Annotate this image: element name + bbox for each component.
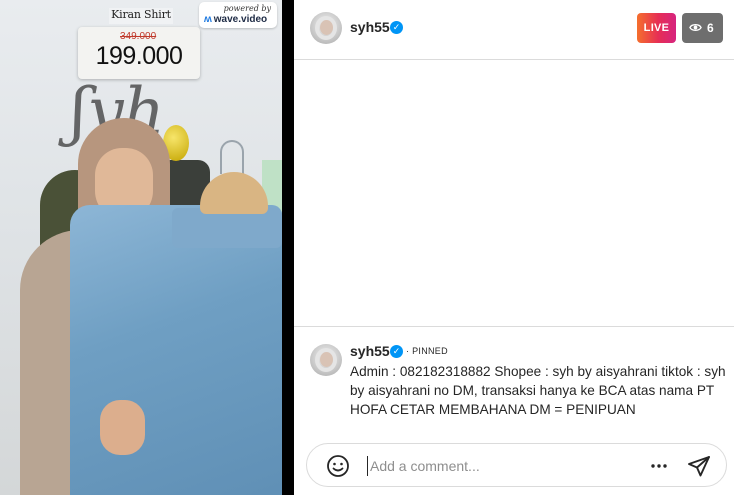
comment-bar	[306, 443, 727, 487]
viewer-count: 6	[707, 21, 714, 35]
smiley-icon[interactable]	[326, 454, 350, 478]
pinned-label: · PINNED	[406, 346, 448, 356]
sale-price: 199.000	[95, 42, 183, 70]
product-name: Kiran Shirt	[109, 8, 173, 24]
send-icon[interactable]	[687, 454, 711, 478]
live-side-panel: syh55 ✓ LIVE 6 syh55 ✓ · PINNED Admin : …	[294, 0, 734, 495]
pinned-comment-username[interactable]: syh55	[350, 343, 390, 359]
more-options-icon[interactable]	[650, 458, 668, 474]
comment-input[interactable]	[367, 456, 617, 476]
powered-by-brand: ʍ wave.video	[204, 14, 267, 25]
powered-by-label: powered by	[223, 4, 271, 13]
avatar-face	[320, 20, 333, 35]
pinned-comment-text: Admin : 082182318882 Shopee : syh by ais…	[350, 364, 726, 417]
powered-by-brand-text: wave.video	[213, 14, 268, 25]
verified-badge-icon: ✓	[390, 345, 403, 358]
original-price: 349.000	[120, 31, 157, 42]
wave-video-logo-icon: ʍ	[204, 14, 212, 25]
pinned-comment: syh55 ✓ · PINNED Admin : 082182318882 Sh…	[294, 326, 734, 427]
wooden-hanger	[200, 172, 268, 214]
product-shirt	[70, 205, 282, 495]
hanger-hook	[220, 140, 244, 174]
presenter-hand	[100, 400, 145, 455]
live-badge: LIVE	[637, 13, 676, 43]
product-shirt-collar	[172, 208, 282, 248]
comments-feed[interactable]	[294, 61, 734, 326]
eye-icon	[689, 24, 702, 31]
powered-by-watermark: powered by ʍ wave.video	[199, 2, 277, 28]
avatar[interactable]	[310, 12, 342, 44]
avatar-face	[320, 352, 333, 367]
verified-badge-icon: ✓	[390, 21, 403, 34]
viewer-count-badge[interactable]: 6	[682, 13, 723, 43]
live-header: syh55 ✓ LIVE 6	[294, 0, 734, 60]
live-video[interactable]: ʃyh Kiran Shirt 349.000 199.000 powered …	[0, 0, 282, 495]
avatar[interactable]	[310, 344, 342, 376]
panel-divider	[282, 0, 294, 495]
price-card: 349.000 199.000	[78, 27, 200, 79]
host-username[interactable]: syh55	[350, 19, 390, 35]
